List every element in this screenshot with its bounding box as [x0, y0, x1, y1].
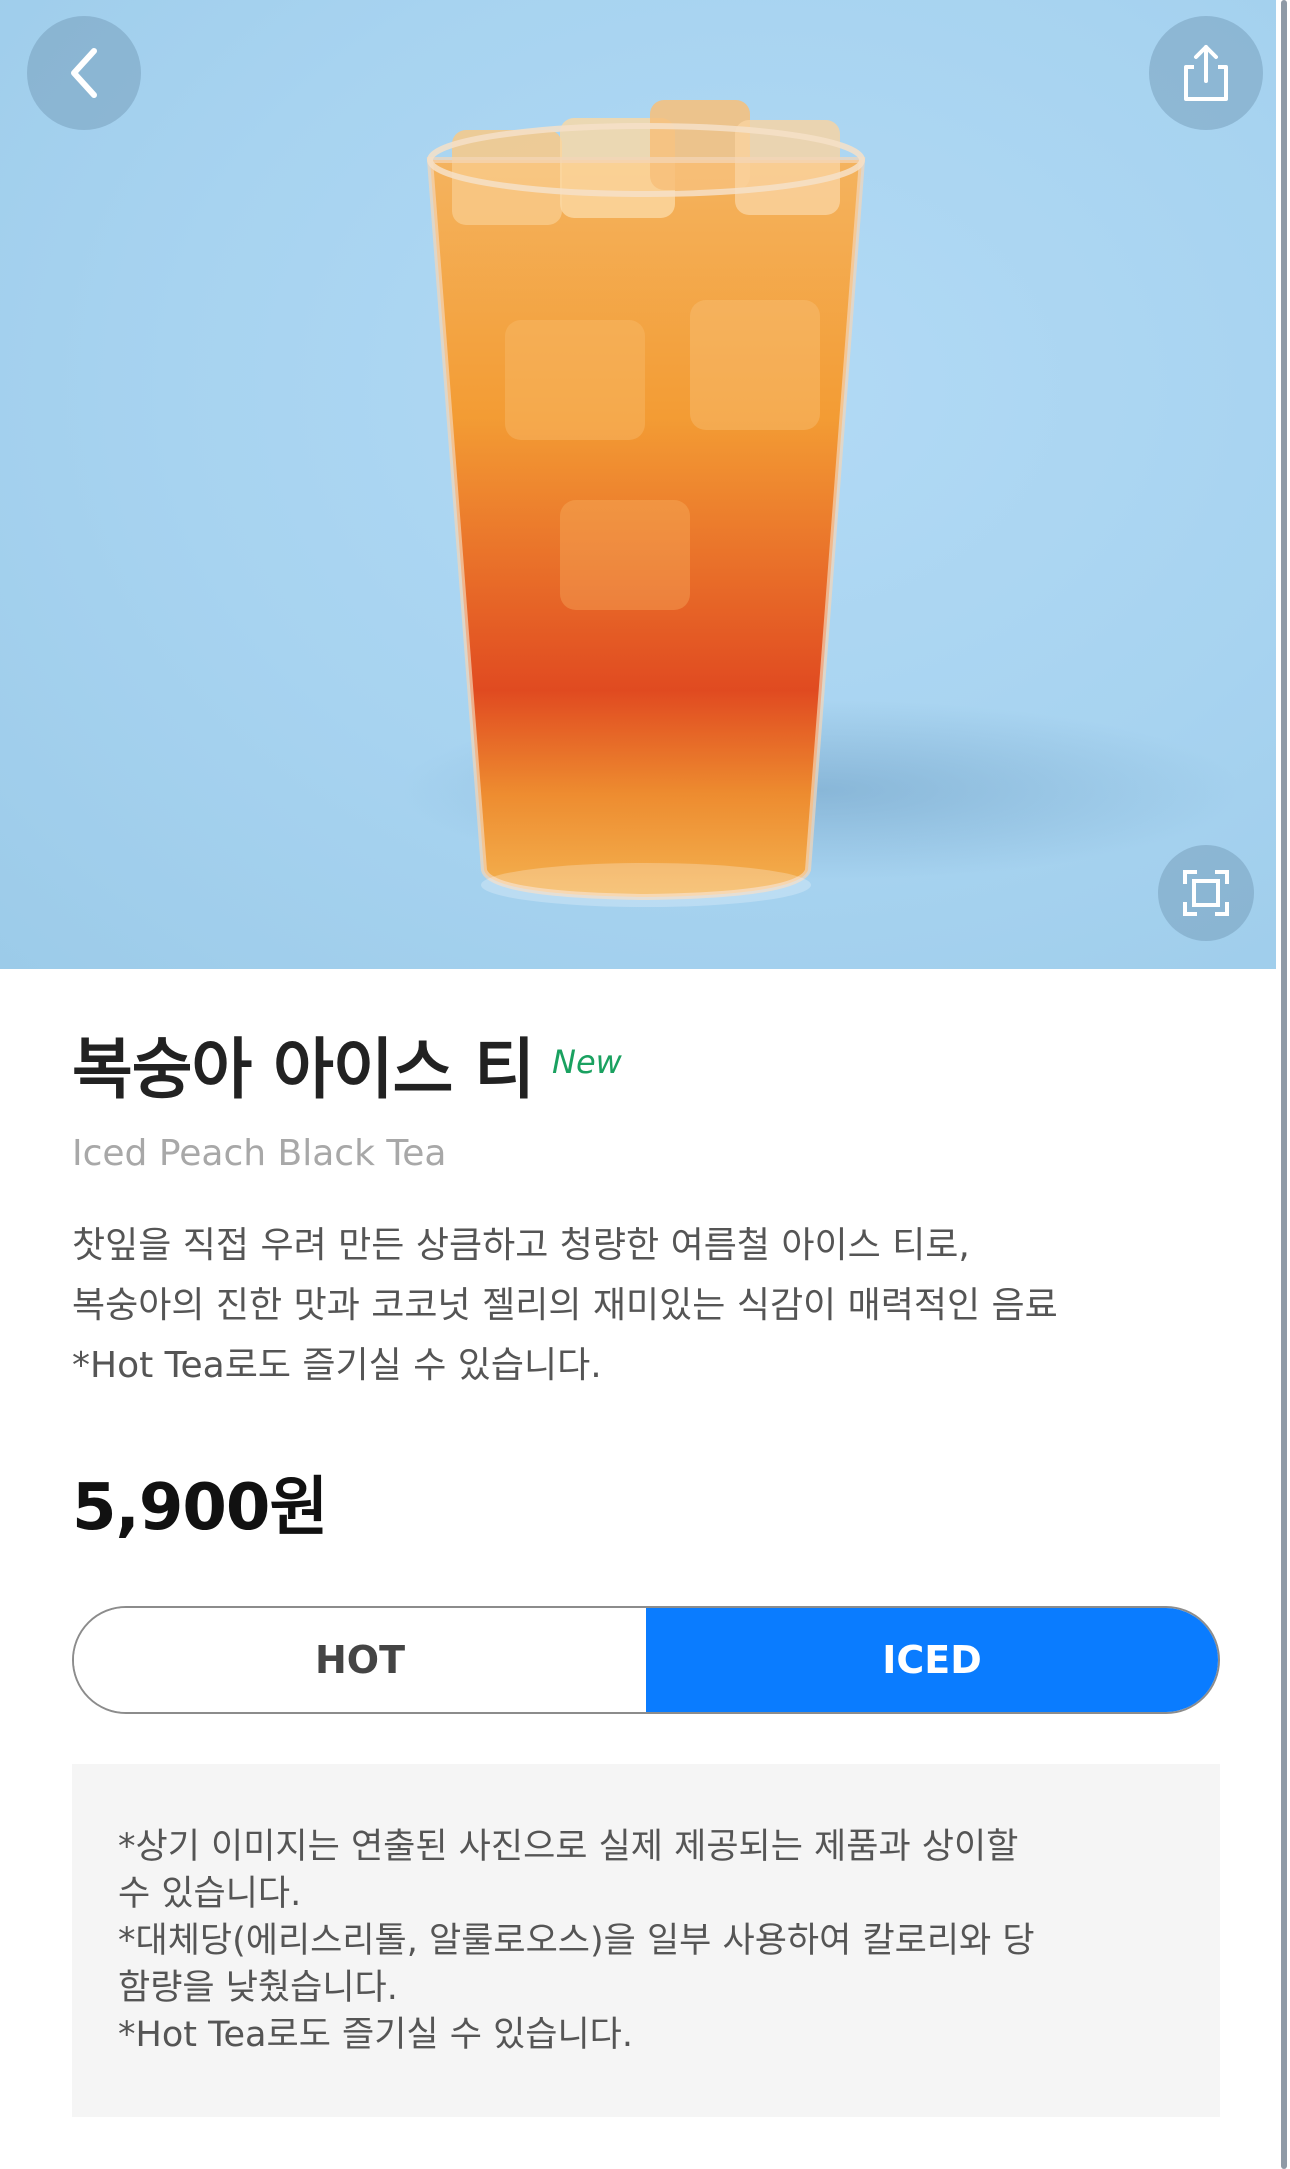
notice-line: *상기 이미지는 연출된 사진으로 실제 제공되는 제품과 상이할 [118, 1827, 1019, 1867]
product-description: 찻잎을 직접 우려 만든 상큼하고 청량한 여름철 아이스 티로, 복숭아의 진… [72, 1216, 1220, 1396]
back-button[interactable] [27, 16, 141, 130]
product-price: 5,900원 [72, 1471, 328, 1545]
iced-option[interactable]: ICED [646, 1608, 1218, 1712]
hot-option[interactable]: HOT [74, 1608, 646, 1712]
title-row: 복숭아 아이스 티 New [72, 1029, 1220, 1111]
product-info: 복숭아 아이스 티 New Iced Peach Black Tea 찻잎을 직… [72, 969, 1220, 2117]
expand-icon [1183, 870, 1229, 916]
expand-image-button[interactable] [1158, 845, 1254, 941]
temperature-toggle: HOT ICED [72, 1606, 1220, 1714]
iced-tea-glass-image [400, 100, 1240, 907]
notice-line: *Hot Tea로도 즐기실 수 있습니다. [118, 2015, 633, 2055]
share-icon [1184, 45, 1228, 101]
description-line: 복숭아의 진한 맛과 코코넛 젤리의 재미있는 식감이 매력적인 음료 [72, 1285, 1058, 1326]
notice-line: 함량을 낮췄습니다. [118, 1968, 398, 2008]
product-english-name: Iced Peach Black Tea [72, 1133, 447, 1174]
scrollbar-track[interactable] [1276, 0, 1290, 2169]
scrollbar-thumb[interactable] [1281, 0, 1287, 2169]
notice-line: *대체당(에리스리톨, 알룰로오스)을 일부 사용하여 칼로리와 당 [118, 1921, 1035, 1961]
description-line: 찻잎을 직접 우려 만든 상큼하고 청량한 여름철 아이스 티로, [72, 1225, 970, 1266]
product-hero-image [0, 0, 1276, 969]
notice-line: 수 있습니다. [118, 1874, 302, 1914]
description-line: *Hot Tea로도 즐기실 수 있습니다. [72, 1345, 602, 1386]
new-badge: New [552, 1043, 622, 1081]
notice-box: *상기 이미지는 연출된 사진으로 실제 제공되는 제품과 상이할 수 있습니다… [72, 1764, 1220, 2117]
product-name: 복숭아 아이스 티 [72, 1031, 535, 1108]
chevron-left-icon [71, 48, 97, 98]
product-detail-page: 복숭아 아이스 티 New Iced Peach Black Tea 찻잎을 직… [0, 0, 1290, 2169]
share-button[interactable] [1149, 16, 1263, 130]
